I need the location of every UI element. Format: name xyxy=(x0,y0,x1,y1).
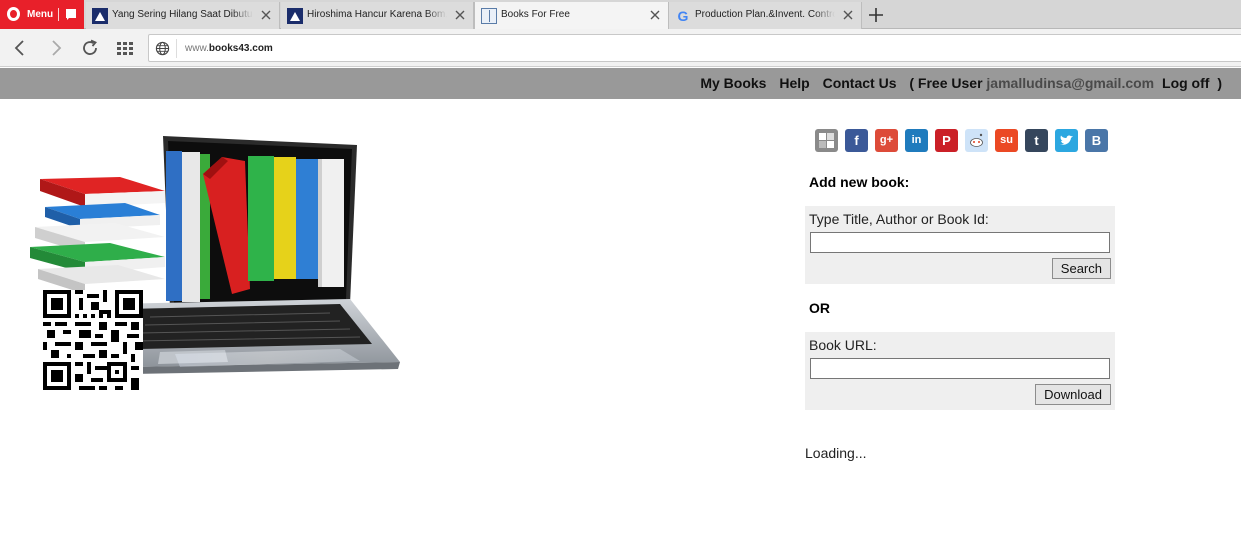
tab-bar: Menu Yang Sering Hilang Saat Dibutuhkan … xyxy=(0,0,1241,29)
tumblr-icon[interactable]: t xyxy=(1025,129,1048,152)
user-status-label: ( Free User xyxy=(909,75,983,91)
close-icon[interactable] xyxy=(259,8,273,22)
plus-icon xyxy=(869,8,883,22)
forward-arrow-icon xyxy=(52,40,62,56)
add-new-book-heading: Add new book: xyxy=(809,174,910,190)
back-button[interactable] xyxy=(10,38,30,58)
tab-title: Production Plan.&Invent. Control xyxy=(695,9,835,20)
reload-icon xyxy=(83,39,97,55)
download-button[interactable]: Download xyxy=(1035,384,1111,405)
contact-us-link[interactable]: Contact Us xyxy=(823,75,897,91)
reddit-icon[interactable] xyxy=(965,129,988,152)
opera-logo-icon xyxy=(7,7,20,21)
back-arrow-icon xyxy=(14,40,24,56)
address-bar[interactable]: www.books43.com xyxy=(148,34,1241,62)
book-icon xyxy=(481,8,497,24)
forward-button[interactable] xyxy=(46,38,66,58)
delicious-icon[interactable] xyxy=(815,129,838,152)
menu-label: Menu xyxy=(27,9,54,20)
book-url-label: Book URL: xyxy=(809,337,877,353)
new-tab-button[interactable] xyxy=(866,5,886,25)
hiroshima-site-icon xyxy=(287,8,303,24)
my-books-link[interactable]: My Books xyxy=(700,75,766,91)
opera-menu-button[interactable]: Menu xyxy=(0,0,84,29)
navigation-bar: www.books43.com xyxy=(0,29,1241,67)
facebook-icon[interactable]: f xyxy=(845,129,868,152)
linkedin-icon[interactable]: in xyxy=(905,129,928,152)
google-plus-icon[interactable]: g+ xyxy=(875,129,898,152)
tab-books-for-free[interactable]: Books For Free xyxy=(474,2,669,29)
url-divider xyxy=(176,39,177,58)
grid-icon xyxy=(117,42,133,55)
tab-title: Books For Free xyxy=(501,9,570,20)
tab-hiroshima[interactable]: Hiroshima Hancur Karena Bom, W xyxy=(281,2,474,29)
url-text[interactable]: www.books43.com xyxy=(185,43,273,54)
tab-production-plan[interactable]: G Production Plan.&Invent. Control xyxy=(669,2,862,29)
search-input[interactable] xyxy=(810,232,1110,253)
search-label: Type Title, Author or Book Id: xyxy=(809,211,989,227)
url-panel: Book URL: Download xyxy=(805,332,1115,410)
help-link[interactable]: Help xyxy=(779,75,809,91)
stumbleupon-icon[interactable]: su xyxy=(995,129,1018,152)
search-button[interactable]: Search xyxy=(1051,258,1111,279)
menu-separator xyxy=(58,8,59,21)
tab-title: Hiroshima Hancur Karena Bom, W xyxy=(307,9,447,20)
site-header: My Books Help Contact Us ( Free User jam… xyxy=(0,68,1241,99)
site-nav: My Books Help Contact Us ( Free User jam… xyxy=(691,75,1222,91)
vk-icon[interactable]: B xyxy=(1085,129,1108,152)
tab-title: Yang Sering Hilang Saat Dibutuhkan xyxy=(112,9,253,20)
user-email: jamalludinsa@gmail.com xyxy=(986,75,1155,91)
speed-dial-button[interactable] xyxy=(115,38,135,58)
google-icon: G xyxy=(677,8,689,24)
pinterest-icon[interactable]: P xyxy=(935,129,958,152)
globe-icon[interactable] xyxy=(155,41,170,56)
qr-code-image xyxy=(43,290,143,390)
hiroshima-site-icon xyxy=(92,8,108,24)
close-icon[interactable] xyxy=(648,8,662,22)
loading-text: Loading... xyxy=(805,445,867,461)
log-off-link[interactable]: Log off xyxy=(1162,75,1209,91)
flag-icon[interactable] xyxy=(66,9,76,20)
close-icon[interactable] xyxy=(453,8,467,22)
reload-button[interactable] xyxy=(80,38,100,58)
close-icon[interactable] xyxy=(841,8,855,22)
twitter-icon[interactable] xyxy=(1055,129,1078,152)
search-panel: Type Title, Author or Book Id: Search xyxy=(805,206,1115,284)
tab-yang-sering-hilang[interactable]: Yang Sering Hilang Saat Dibutuhkan xyxy=(86,2,280,29)
book-url-input[interactable] xyxy=(810,358,1110,379)
user-status-close: ) xyxy=(1217,75,1222,91)
or-label: OR xyxy=(809,300,830,316)
